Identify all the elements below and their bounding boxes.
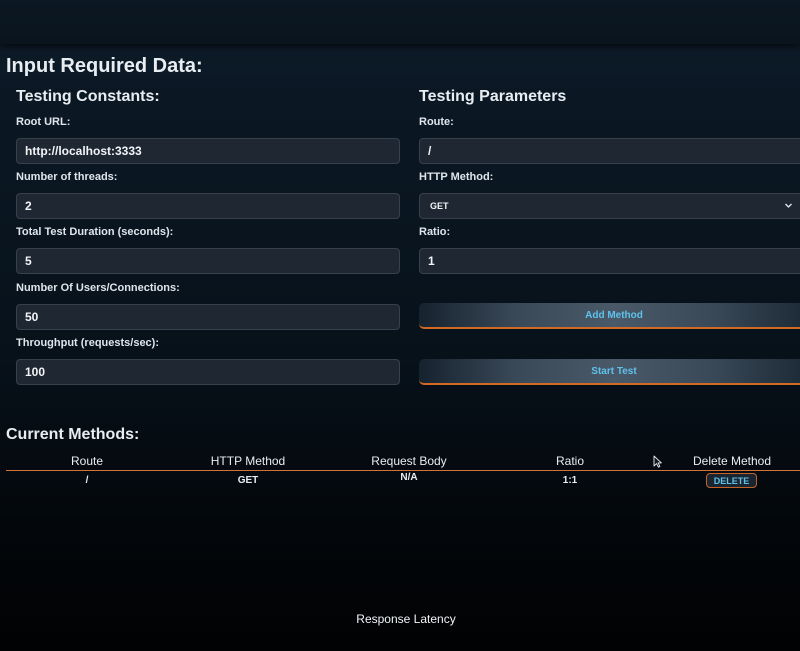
- duration-input[interactable]: [16, 248, 400, 274]
- chevron-down-icon: [784, 194, 793, 227]
- top-bar: [0, 0, 800, 44]
- threads-input[interactable]: [16, 193, 400, 219]
- testing-constants-heading: Testing Constants:: [16, 88, 160, 105]
- row-ratio: 1:1: [562, 475, 578, 486]
- response-latency-title: Response Latency: [356, 612, 456, 626]
- http-method-select[interactable]: GET: [419, 193, 800, 219]
- column-header-request-body: Request Body: [371, 454, 447, 468]
- route-input[interactable]: [419, 138, 800, 164]
- ratio-input[interactable]: [419, 248, 800, 274]
- duration-label: Total Test Duration (seconds):: [16, 226, 174, 238]
- column-header-http-method: HTTP Method: [210, 454, 286, 468]
- column-header-route: Route: [70, 454, 104, 468]
- ratio-label: Ratio:: [419, 226, 451, 238]
- users-label: Number Of Users/Connections:: [16, 282, 180, 294]
- root-url-label: Root URL:: [16, 116, 71, 128]
- throughput-label: Throughput (requests/sec):: [16, 337, 160, 349]
- column-header-delete-method: Delete Method: [692, 454, 772, 468]
- root-url-input[interactable]: [16, 138, 400, 164]
- mouse-cursor-icon: [653, 455, 662, 468]
- row-request-body: N/A: [400, 472, 418, 483]
- table-row: / GET N/A 1:1 DELETE: [6, 470, 800, 492]
- http-method-label: HTTP Method:: [419, 171, 494, 183]
- page-heading: Input Required Data:: [6, 55, 203, 77]
- threads-label: Number of threads:: [16, 171, 118, 183]
- current-methods-heading: Current Methods:: [6, 426, 140, 443]
- route-label: Route:: [419, 116, 454, 128]
- row-http-method: GET: [237, 475, 259, 486]
- row-route: /: [85, 475, 89, 486]
- column-header-ratio: Ratio: [555, 454, 585, 468]
- methods-table-header: Route HTTP Method Request Body Ratio Del…: [6, 452, 800, 471]
- testing-parameters-heading: Testing Parameters: [419, 88, 567, 105]
- add-method-button[interactable]: Add Method: [419, 303, 800, 329]
- users-input[interactable]: [16, 304, 400, 330]
- http-method-selected-value: GET: [430, 201, 449, 211]
- delete-method-button[interactable]: DELETE: [706, 473, 757, 488]
- throughput-input[interactable]: [16, 359, 400, 385]
- start-test-button[interactable]: Start Test: [419, 359, 800, 385]
